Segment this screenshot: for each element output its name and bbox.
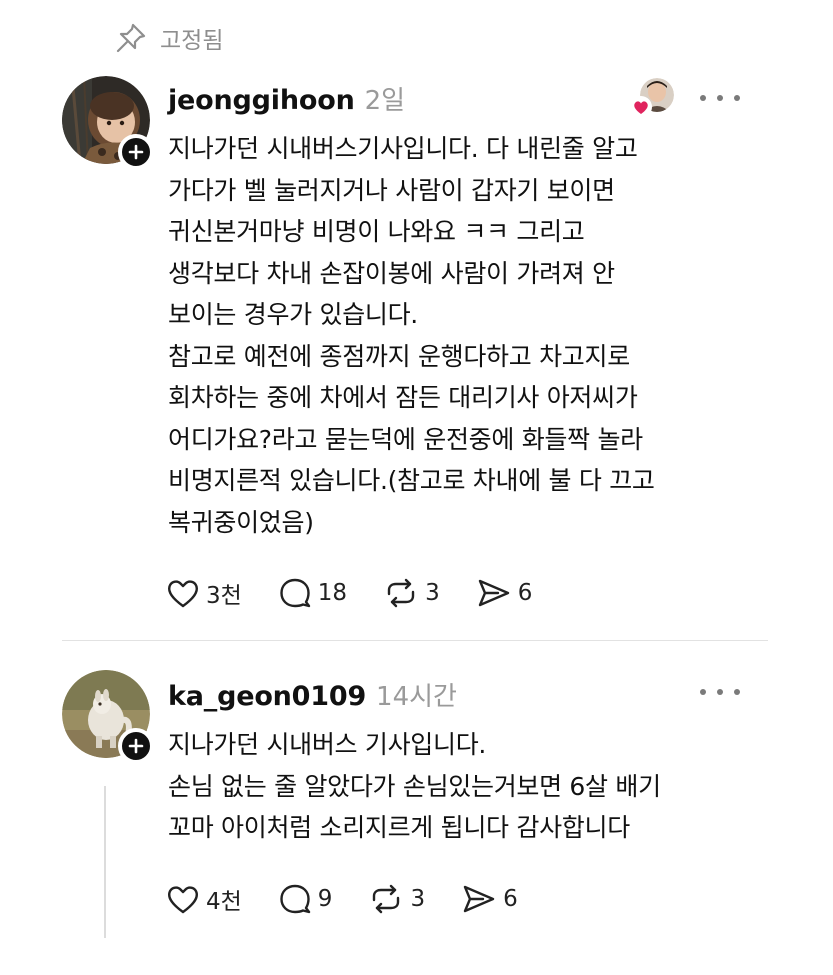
plus-icon	[128, 738, 144, 754]
reply-button[interactable]: 18	[278, 577, 347, 609]
dot-icon	[734, 95, 740, 101]
thread-line	[104, 786, 106, 938]
comment-icon	[280, 578, 310, 608]
share-button[interactable]: 6	[476, 577, 533, 609]
pinned-label: 고정됨	[160, 28, 224, 54]
dot-icon	[717, 689, 723, 695]
reply-button[interactable]: 9	[278, 883, 333, 915]
like-count: 4천	[206, 889, 242, 915]
post-header: ka_geon0109 14시간	[168, 676, 457, 713]
more-options-button[interactable]	[700, 88, 740, 108]
follow-button[interactable]	[118, 728, 154, 764]
author-liked-indicator	[630, 78, 678, 122]
send-icon	[478, 579, 509, 607]
post-text: 지나가던 시내버스 기사입니다. 손님 없는 줄 알았다가 손님있는거보면 6살…	[168, 730, 661, 842]
post-divider	[62, 640, 768, 641]
send-icon	[463, 885, 495, 913]
follow-button[interactable]	[118, 134, 154, 170]
pinned-indicator: 고정됨	[114, 20, 223, 56]
repost-button[interactable]: 3	[368, 883, 425, 915]
post-text: 지나가던 시내버스기사입니다. 다 내린줄 알고 가다가 벨 눌러지거나 사람이…	[168, 134, 655, 537]
like-button[interactable]: 4천	[166, 882, 242, 916]
share-count: 6	[503, 886, 518, 912]
reply-count: 9	[317, 886, 333, 912]
post: jeonggihoon 2일 지나가던 시내버스기사입니다. 다 내린줄 알고 …	[0, 72, 833, 642]
share-button[interactable]: 6	[461, 883, 518, 915]
avatar-container[interactable]	[62, 76, 154, 170]
post-time: 14시간	[376, 682, 457, 712]
comment-icon	[280, 884, 310, 914]
more-options-button[interactable]	[700, 682, 740, 702]
share-count: 6	[517, 580, 533, 606]
post-actions: 3천 18 3 6	[166, 576, 568, 610]
reply-count: 18	[317, 580, 348, 606]
post: ka_geon0109 14시간 지나가던 시내버스 기사입니다. 손님 없는 …	[0, 668, 833, 968]
post-header: jeonggihoon 2일	[168, 80, 405, 117]
dot-icon	[717, 95, 723, 101]
like-button[interactable]: 3천	[166, 576, 242, 610]
repost-icon	[373, 884, 400, 914]
dot-icon	[700, 95, 706, 101]
repost-count: 3	[410, 886, 426, 912]
like-count: 3천	[206, 583, 242, 609]
heart-icon	[168, 580, 198, 608]
post-time: 2일	[364, 86, 406, 116]
avatar-container[interactable]	[62, 670, 154, 764]
pin-icon	[114, 21, 148, 55]
dot-icon	[734, 689, 740, 695]
heart-badge-icon	[630, 96, 652, 118]
dot-icon	[700, 689, 706, 695]
post-actions: 4천 9 3 6	[166, 882, 554, 916]
username[interactable]: jeonggihoon	[168, 85, 355, 116]
heart-icon	[168, 886, 198, 914]
plus-icon	[128, 144, 144, 160]
repost-icon	[387, 578, 415, 608]
username[interactable]: ka_geon0109	[168, 681, 366, 712]
repost-count: 3	[425, 580, 440, 606]
repost-button[interactable]: 3	[383, 577, 440, 609]
